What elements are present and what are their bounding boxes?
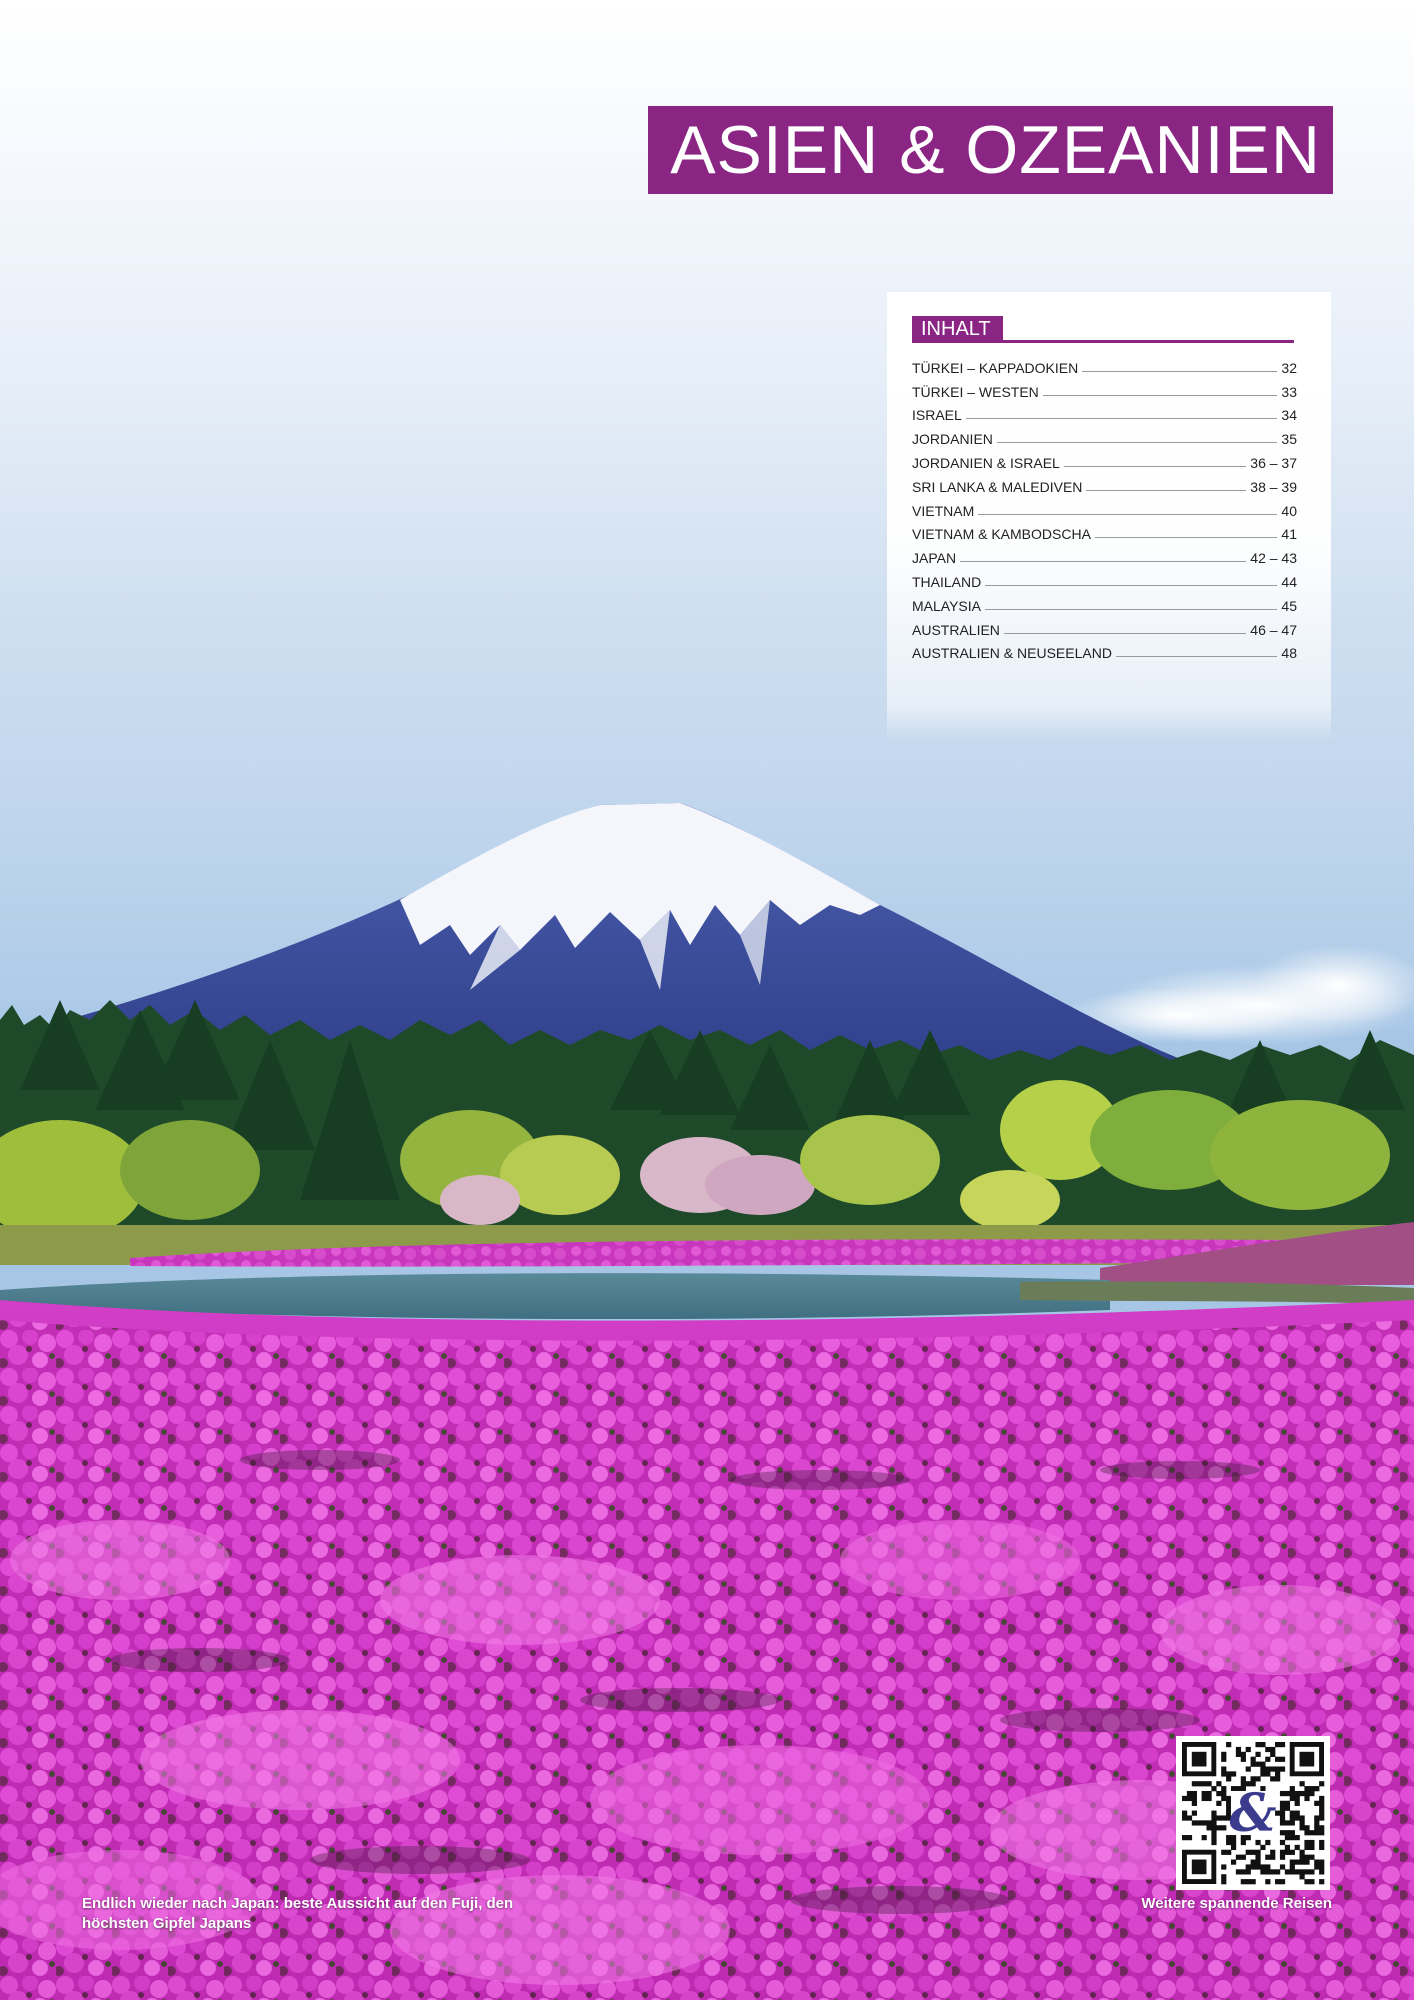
- toc-entry-label: AUSTRALIEN: [912, 621, 1000, 638]
- toc-entry-page: 33: [1281, 383, 1297, 400]
- toc-leader-line: [996, 442, 1278, 444]
- toc-entry-page: 32: [1281, 359, 1297, 376]
- toc-leader-line: [1094, 537, 1278, 539]
- toc-entry-label: TÜRKEI – WESTEN: [912, 383, 1039, 400]
- toc-entry-page: 41: [1281, 526, 1297, 543]
- toc-entry-label: JORDANIEN: [912, 431, 993, 448]
- toc-entry-page: 38 – 39: [1250, 478, 1297, 495]
- toc-entry[interactable]: THAILAND 44: [912, 566, 1297, 590]
- toc-entry-page: 35: [1281, 431, 1297, 448]
- toc-header: INHALT: [912, 316, 1294, 343]
- brochure-page: ASIEN & OZEANIEN INHALT TÜRKEI – KAPPADO…: [0, 0, 1414, 2000]
- photo-caption: Endlich wieder nach Japan: beste Aussich…: [82, 1895, 514, 1932]
- toc-list: TÜRKEI – KAPPADOKIEN 32 TÜRKEI – WESTEN 33 I…: [912, 352, 1297, 662]
- toc-entry-label: SRI LANKA & MALEDIVEN: [912, 478, 1083, 495]
- toc-entry-page: 42 – 43: [1250, 550, 1297, 567]
- toc-leader-line: [1086, 489, 1247, 491]
- toc-leader-line: [960, 561, 1247, 563]
- toc-entry-label: TÜRKEI – KAPPADOKIEN: [912, 359, 1079, 376]
- toc-heading: INHALT: [912, 316, 1003, 343]
- toc-entry-page: 45: [1281, 597, 1297, 614]
- toc-entry-page: 46 – 47: [1250, 621, 1297, 638]
- toc-entry[interactable]: JORDANIEN 35: [912, 423, 1297, 447]
- section-title: ASIEN & OZEANIEN: [670, 112, 1321, 188]
- toc-entry-page: 36 – 37: [1250, 454, 1297, 471]
- toc-entry-label: ISRAEL: [912, 407, 962, 424]
- toc-leader-line: [978, 513, 1278, 515]
- toc-leader-line: [1042, 394, 1278, 396]
- toc-leader-line: [1003, 632, 1247, 634]
- toc-entry[interactable]: VIETNAM 40: [912, 495, 1297, 519]
- toc-entry[interactable]: SRI LANKA & MALEDIVEN 38 – 39: [912, 471, 1297, 495]
- section-title-bar: ASIEN & OZEANIEN: [648, 106, 1333, 194]
- toc-entry[interactable]: JORDANIEN & ISRAEL 36 – 37: [912, 447, 1297, 471]
- toc-entry-page: 34: [1281, 407, 1297, 424]
- toc-leader-line: [985, 584, 1278, 586]
- table-of-contents: INHALT TÜRKEI – KAPPADOKIEN 32 TÜRKEI – WE…: [887, 292, 1331, 742]
- toc-entry[interactable]: TÜRKEI – WESTEN 33: [912, 376, 1297, 400]
- toc-entry[interactable]: MALAYSIA 45: [912, 590, 1297, 614]
- toc-entry-page: 48: [1281, 645, 1297, 662]
- toc-entry[interactable]: AUSTRALIEN 46 – 47: [912, 614, 1297, 638]
- toc-entry[interactable]: JAPAN 42 – 43: [912, 542, 1297, 566]
- toc-entry-label: JAPAN: [912, 550, 957, 567]
- qr-code-icon[interactable]: &: [1176, 1736, 1330, 1890]
- toc-entry-label: JORDANIEN & ISRAEL: [912, 454, 1060, 471]
- toc-entry[interactable]: ISRAEL 34: [912, 400, 1297, 424]
- toc-entry[interactable]: TÜRKEI – KAPPADOKIEN 32: [912, 352, 1297, 376]
- toc-leader-line: [985, 608, 1278, 610]
- qr-center-glyph: &: [1230, 1783, 1277, 1844]
- toc-leader-line: [965, 418, 1278, 420]
- toc-entry-label: VIETNAM: [912, 502, 975, 519]
- toc-entry[interactable]: VIETNAM & KAMBODSCHA 41: [912, 519, 1297, 543]
- toc-entry-page: 40: [1281, 502, 1297, 519]
- toc-entry[interactable]: AUSTRALIEN & NEUSEELAND 48: [912, 638, 1297, 662]
- toc-leader-line: [1082, 370, 1278, 372]
- toc-leader-line: [1063, 465, 1247, 467]
- toc-entry-label: MALAYSIA: [912, 597, 981, 614]
- toc-entry-label: THAILAND: [912, 573, 982, 590]
- more-trips-label[interactable]: Weitere spannende Reisen: [1141, 1894, 1332, 1914]
- toc-leader-line: [1115, 656, 1278, 658]
- toc-entry-label: AUSTRALIEN & NEUSEELAND: [912, 645, 1112, 662]
- toc-entry-label: VIETNAM & KAMBODSCHA: [912, 526, 1091, 543]
- toc-entry-page: 44: [1281, 573, 1297, 590]
